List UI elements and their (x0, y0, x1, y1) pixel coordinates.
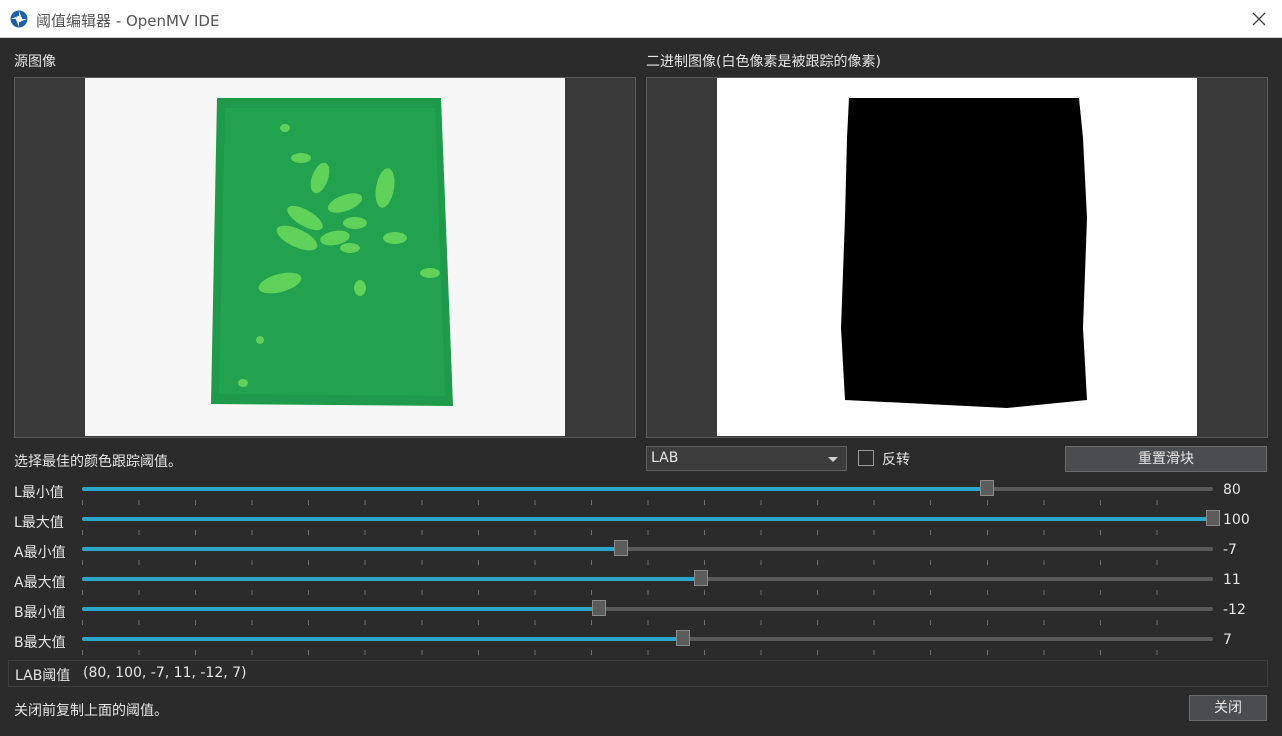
slider-fill (82, 547, 622, 551)
lab-threshold-field[interactable]: LAB阈值 (80, 100, -7, 11, -12, 7) (8, 660, 1268, 687)
source-image-label: 源图像 (14, 54, 56, 70)
slider-track[interactable] (82, 540, 1213, 556)
chevron-down-icon (828, 457, 838, 462)
slider-row-l-min: L最小值 80 (0, 480, 1282, 510)
slider-ticks (82, 620, 1213, 625)
slider-row-a-min: A最小值 -7 (0, 540, 1282, 570)
slider-fill (82, 577, 701, 581)
slider-label: L最大值 (14, 515, 64, 531)
source-image-frame (14, 77, 636, 438)
slider-row-l-max: L最大值 100 (0, 510, 1282, 540)
close-window-button[interactable] (1246, 6, 1272, 32)
reset-sliders-button[interactable]: 重置滑块 (1065, 446, 1267, 472)
slider-track[interactable] (82, 600, 1213, 616)
color-space-select[interactable]: LAB (646, 446, 847, 471)
slider-value: 80 (1223, 482, 1241, 498)
slider-value: -12 (1223, 602, 1246, 618)
slider-value: -7 (1223, 542, 1237, 558)
close-icon (1252, 12, 1266, 26)
invert-label[interactable]: 反转 (882, 449, 910, 469)
slider-fill (82, 637, 683, 641)
slider-handle[interactable] (693, 570, 708, 586)
lab-threshold-label: LAB阈值 (15, 668, 71, 684)
hint-text: 选择最佳的颜色跟踪阈值。 (14, 454, 182, 470)
source-image (85, 78, 565, 436)
binary-image-picture (717, 78, 1197, 436)
slider-label: B最小值 (14, 605, 66, 621)
slider-ticks (82, 530, 1213, 535)
title-bar: 阈值编辑器 - OpenMV IDE (0, 0, 1282, 38)
slider-ticks (82, 590, 1213, 595)
slider-row-b-min: B最小值 -12 (0, 600, 1282, 630)
slider-handle[interactable] (1206, 510, 1220, 526)
slider-handle[interactable] (675, 630, 690, 646)
color-space-value: LAB (651, 450, 679, 466)
close-button[interactable]: 关闭 (1189, 695, 1267, 721)
slider-value: 7 (1223, 632, 1232, 648)
slider-track[interactable] (82, 570, 1213, 586)
slider-ticks (82, 560, 1213, 565)
slider-label: L最小值 (14, 485, 64, 501)
window-title: 阈值编辑器 - OpenMV IDE (36, 12, 220, 30)
slider-ticks (82, 650, 1213, 655)
slider-handle[interactable] (591, 600, 606, 616)
binary-image (717, 78, 1197, 436)
slider-track[interactable] (82, 630, 1213, 646)
invert-checkbox[interactable] (858, 450, 874, 466)
slider-row-b-max: B最大值 7 (0, 630, 1282, 660)
slider-value: 100 (1223, 512, 1250, 528)
slider-label: A最小值 (14, 545, 66, 561)
slider-row-a-max: A最大值 11 (0, 570, 1282, 600)
openmv-logo-icon (10, 10, 28, 28)
source-image-picture (85, 78, 565, 436)
slider-handle[interactable] (979, 480, 994, 496)
slider-value: 11 (1223, 572, 1241, 588)
slider-label: A最大值 (14, 575, 66, 591)
slider-track[interactable] (82, 510, 1220, 526)
slider-fill (82, 517, 1213, 521)
slider-label: B最大值 (14, 635, 66, 651)
slider-fill (82, 607, 599, 611)
footer-note: 关闭前复制上面的阈值。 (14, 703, 168, 719)
binary-image-label: 二进制图像(白色像素是被跟踪的像素) (646, 54, 881, 70)
slider-fill (82, 487, 987, 491)
binary-image-frame (646, 77, 1268, 438)
slider-ticks (82, 500, 1213, 505)
lab-threshold-value[interactable]: (80, 100, -7, 11, -12, 7) (83, 665, 247, 681)
slider-track[interactable] (82, 480, 1213, 496)
slider-handle[interactable] (614, 540, 629, 556)
